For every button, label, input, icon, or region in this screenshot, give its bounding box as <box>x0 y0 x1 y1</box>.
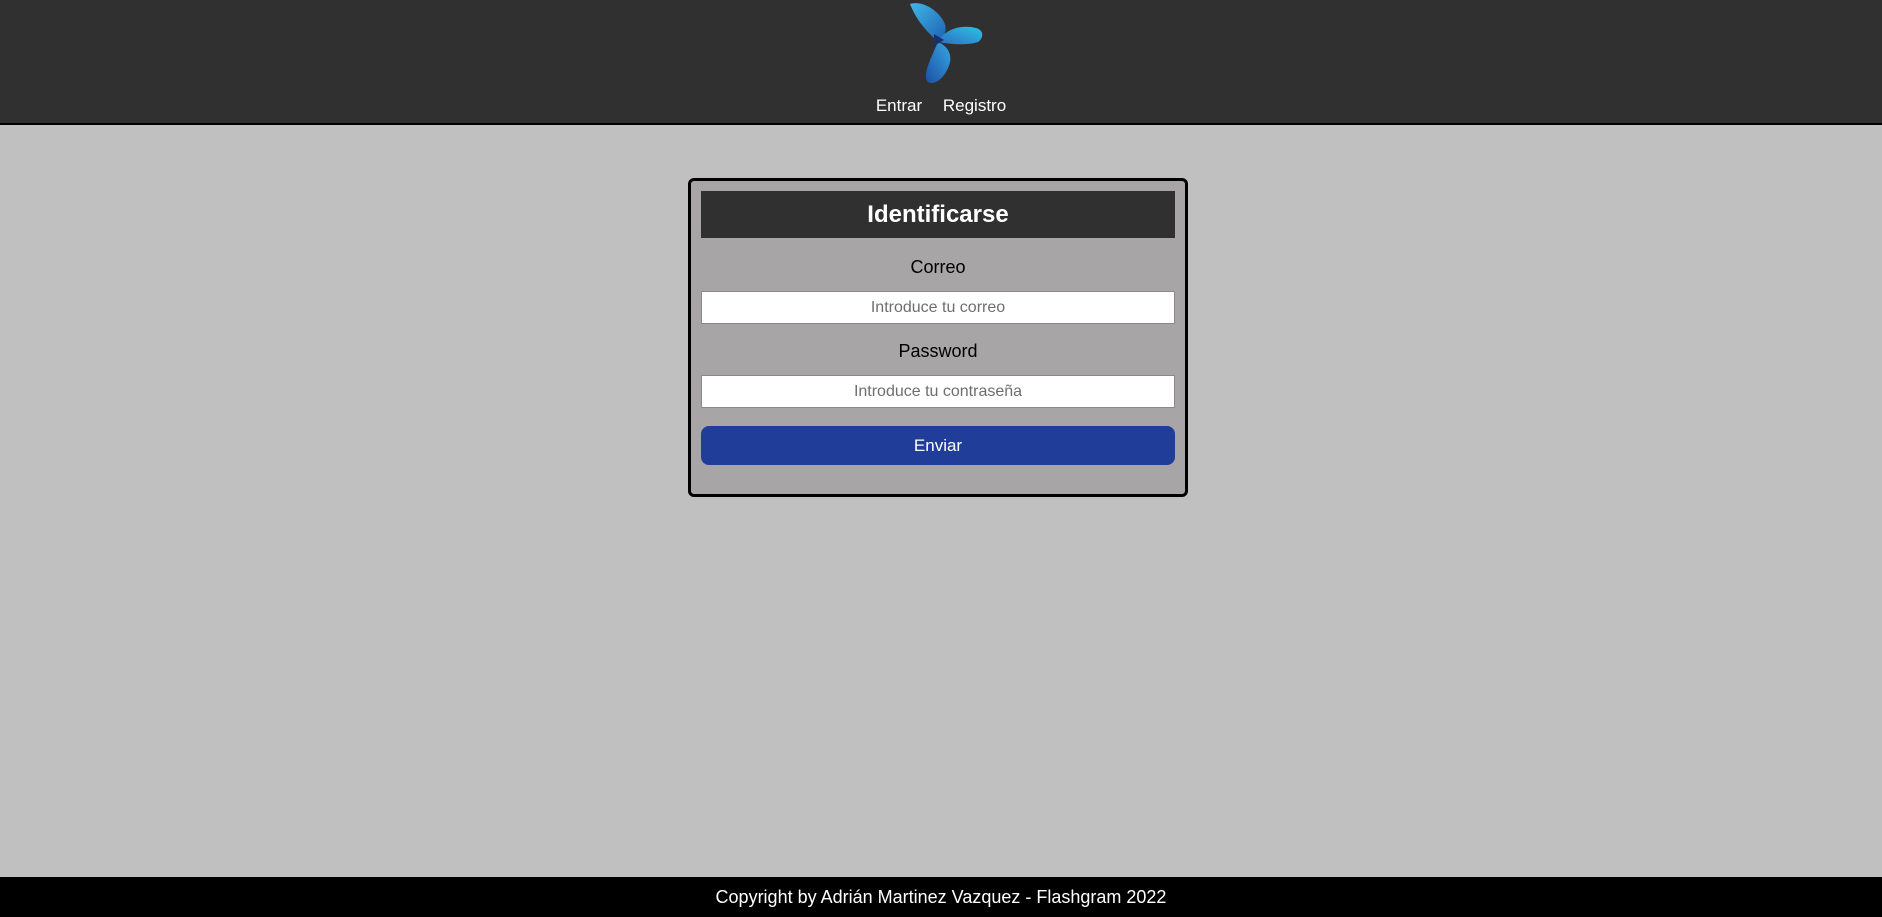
submit-button[interactable]: Enviar <box>701 426 1175 465</box>
password-label: Password <box>898 341 978 361</box>
copyright-text: Copyright by Adrián Martinez Vazquez - F… <box>715 887 1167 907</box>
flashgram-logo-icon[interactable] <box>904 0 986 86</box>
form-title: Identificarse <box>701 191 1175 238</box>
site-footer: Copyright by Adrián Martinez Vazquez - F… <box>0 877 1882 917</box>
login-form: Identificarse Correo Password Enviar <box>688 178 1188 497</box>
email-field[interactable] <box>701 291 1175 324</box>
site-header: Entrar Registro <box>0 0 1882 125</box>
main-nav: Entrar Registro <box>0 96 1882 116</box>
email-label: Correo <box>910 257 966 277</box>
password-field[interactable] <box>701 375 1175 408</box>
nav-link-entrar[interactable]: Entrar <box>876 96 922 115</box>
nav-link-registro[interactable]: Registro <box>943 96 1006 115</box>
